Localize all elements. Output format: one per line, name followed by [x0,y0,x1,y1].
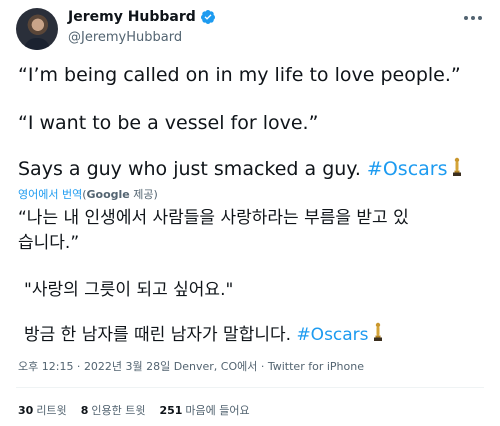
hashtag-link[interactable]: #Oscars [367,158,448,180]
quotes-label: 인용한 트윗 [91,404,146,417]
oscar-trophy-icon [373,322,382,341]
verified-badge-icon [200,10,215,24]
divider [16,387,484,388]
author-display-name[interactable]: Jeremy Hubbard [68,9,196,25]
likes-label: 마음에 들어요 [185,404,250,417]
tweet-line-2: “I want to be a vessel for love.” [18,112,319,134]
translated-line-1: “나는 내 인생에서 사람들을 사랑하라는 부름을 받고 있 [18,208,409,228]
quotes-stat[interactable]: 8 인용한 트윗 [81,402,146,418]
likes-count: 251 [159,404,183,417]
tweet-date[interactable]: 2022년 3월 28일 [84,360,170,373]
translation-label[interactable]: 영어에서 번역 [18,188,82,201]
tweet-line-1: “I’m being called on in my life to love … [18,64,461,86]
translation-label-row[interactable]: 영어에서 번역(Google 제공) [18,186,158,202]
author-handle[interactable]: @JeremyHubbard [68,30,182,45]
oscar-trophy-icon [452,157,461,176]
engagement-stats: 30 리트윗 8 인용한 트윗 251 마음에 들어요 [18,402,250,418]
google-logo-text: Google [86,188,130,201]
translated-line-4-text: 방금 한 남자를 때린 남자가 말합니다. [24,325,297,345]
retweets-label: 리트윗 [36,404,67,417]
translated-line-2: 습니다.” [18,233,80,253]
tweet-line-3-text: Says a guy who just smacked a guy. [18,158,367,180]
quotes-count: 8 [80,404,89,417]
tweet-meta: 오후 12:15 · 2022년 3월 28일 Denver, CO에서 · T… [18,358,364,374]
retweets-stat[interactable]: 30 리트윗 [18,402,67,418]
retweets-count: 30 [18,404,34,417]
tweet-line-3: Says a guy who just smacked a guy. #Osca… [18,157,462,180]
tweet-card: Jeremy Hubbard @JeremyHubbard “I’m being… [0,0,500,426]
avatar[interactable] [16,8,58,50]
translated-line-4: 방금 한 남자를 때린 남자가 말합니다. #Oscars [24,320,383,345]
meta-separator: · [73,360,84,373]
meta-separator: · [257,360,268,373]
tweet-source[interactable]: Twitter for iPhone [268,360,364,373]
likes-stat[interactable]: 251 마음에 들어요 [159,402,249,418]
more-options-icon[interactable] [464,12,484,24]
translated-line-3: "사랑의 그릇이 되고 싶어요." [24,280,234,300]
translation-provider-suffix: 제공) [129,188,158,201]
tweet-location[interactable]: Denver, CO에서 [170,360,258,373]
translated-hashtag-link[interactable]: #Oscars [296,325,368,345]
author-name-row: Jeremy Hubbard [68,9,216,25]
tweet-time[interactable]: 오후 12:15 [18,360,73,373]
